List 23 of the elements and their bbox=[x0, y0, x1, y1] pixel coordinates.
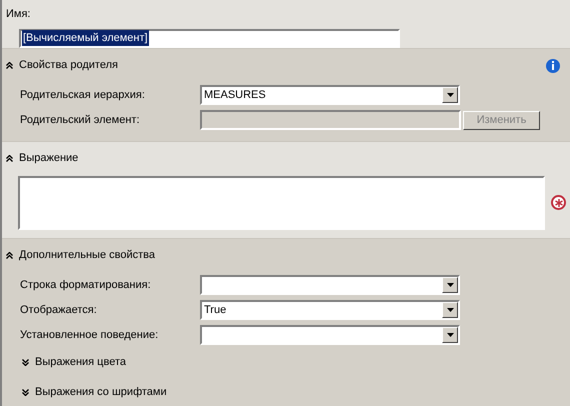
collapse-icon[interactable] bbox=[6, 62, 13, 69]
section-title[interactable]: Выражения со шрифтами bbox=[35, 384, 167, 401]
field-label: Родительский элемент: bbox=[20, 112, 141, 128]
expression-field[interactable] bbox=[18, 176, 546, 230]
field-label: Имя: bbox=[5, 7, 32, 22]
name-field[interactable]: [Вычисляемый элемент] bbox=[19, 28, 400, 48]
field-label: Строка форматирования: bbox=[20, 278, 152, 293]
section-title[interactable]: Дополнительные свойства bbox=[19, 247, 560, 264]
info-icon[interactable] bbox=[546, 58, 560, 72]
section-title[interactable]: Выражения цвета bbox=[35, 354, 126, 371]
expand-icon[interactable] bbox=[22, 389, 29, 396]
section-title[interactable]: Свойства родителя bbox=[19, 57, 540, 74]
dropdown-field[interactable]: MEASURES bbox=[200, 85, 460, 105]
collapse-icon[interactable] bbox=[6, 252, 13, 259]
dropdown-field[interactable]: True bbox=[200, 300, 460, 320]
expand-icon[interactable] bbox=[22, 359, 29, 366]
section-title[interactable]: Выражение bbox=[19, 150, 560, 167]
field-label: Установленное поведение: bbox=[20, 328, 160, 343]
dropdown-field[interactable] bbox=[200, 325, 460, 345]
field-label: Отображается: bbox=[20, 302, 98, 318]
collapse-icon[interactable] bbox=[6, 155, 13, 162]
dropdown-field[interactable] bbox=[200, 275, 460, 295]
field-label: Родительская иерархия: bbox=[20, 88, 146, 103]
